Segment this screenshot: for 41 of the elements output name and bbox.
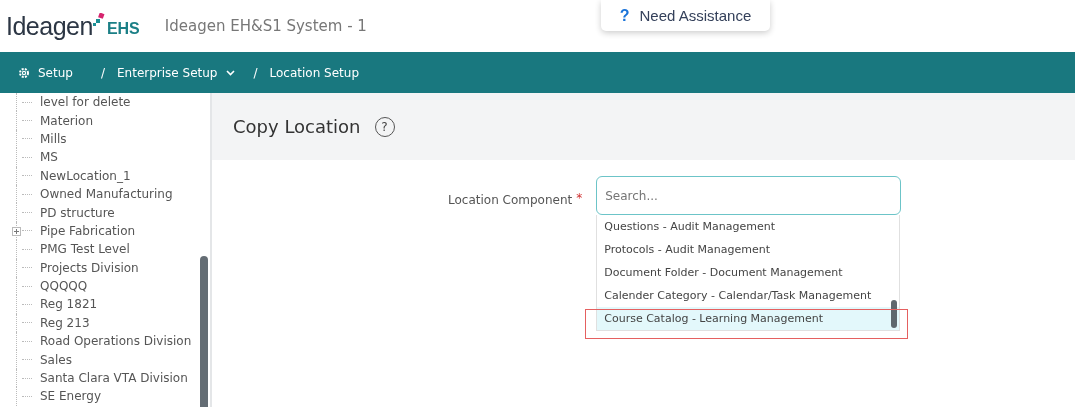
dropdown-option[interactable]: Course Catalog - Learning Management <box>597 307 900 330</box>
dropdown-option[interactable]: Questions - Audit Management <box>597 215 900 238</box>
tree-item[interactable]: Santa Clara VTA Division <box>40 371 188 386</box>
breadcrumb-separator: / <box>253 65 258 80</box>
dropdown-option[interactable]: Protocols - Audit Management <box>597 238 900 261</box>
need-assistance-button[interactable]: ? Need Assistance <box>601 0 770 31</box>
tree-item[interactable]: level for delete <box>40 95 131 110</box>
tree-item[interactable]: Sales <box>40 352 72 367</box>
page-title: Copy Location <box>233 116 361 137</box>
search-field[interactable]: Search... <box>596 176 902 215</box>
gear-icon <box>18 66 30 79</box>
tree-item[interactable]: Mills <box>40 131 67 146</box>
tree-item[interactable]: NewLocation_1 <box>40 168 131 183</box>
system-title: Ideagen EH&S1 System - 1 <box>164 17 367 35</box>
tree-item[interactable]: Road Operations Division <box>40 334 192 349</box>
field-label: Location Component <box>448 193 573 209</box>
required-mark: * <box>576 191 583 207</box>
tree-item[interactable]: SE Energy <box>40 389 102 404</box>
tree-item[interactable]: Projects Division <box>40 260 139 275</box>
scrollbar-thumb[interactable] <box>200 256 208 407</box>
chevron-down-icon[interactable] <box>226 69 236 76</box>
tree-item[interactable]: Reg 213 <box>40 315 90 330</box>
breadcrumb-link[interactable]: Location Setup <box>269 65 359 80</box>
tree-item[interactable]: Owned Manufacturing <box>40 187 173 202</box>
logo-suffix: EHS <box>106 19 140 38</box>
tree-item[interactable]: Reg 1821 <box>40 297 98 312</box>
tree-item[interactable]: Pipe Fabrication <box>40 223 136 238</box>
tree-item[interactable]: QQQQQ <box>40 279 88 294</box>
breadcrumb-link[interactable]: Enterprise Setup <box>117 65 218 80</box>
scrollbar-thumb[interactable] <box>891 300 898 328</box>
tree-item[interactable]: Materion <box>40 113 93 128</box>
breadcrumb-separator: / <box>100 65 105 80</box>
logo-mark-icon <box>92 12 105 27</box>
breadcrumb-link[interactable]: Setup <box>38 65 73 80</box>
tree-item[interactable]: PD structure <box>40 205 115 220</box>
tree-item[interactable]: MS <box>40 150 58 165</box>
dropdown-option[interactable]: Calender Category - Calendar/Task Management <box>597 284 900 307</box>
dropdown-option[interactable]: Document Folder - Document Management <box>597 261 900 284</box>
expand-icon[interactable] <box>12 226 21 236</box>
tree-item[interactable]: PMG Test Level <box>40 242 130 257</box>
logo-wordmark: Ideagen <box>6 11 93 41</box>
